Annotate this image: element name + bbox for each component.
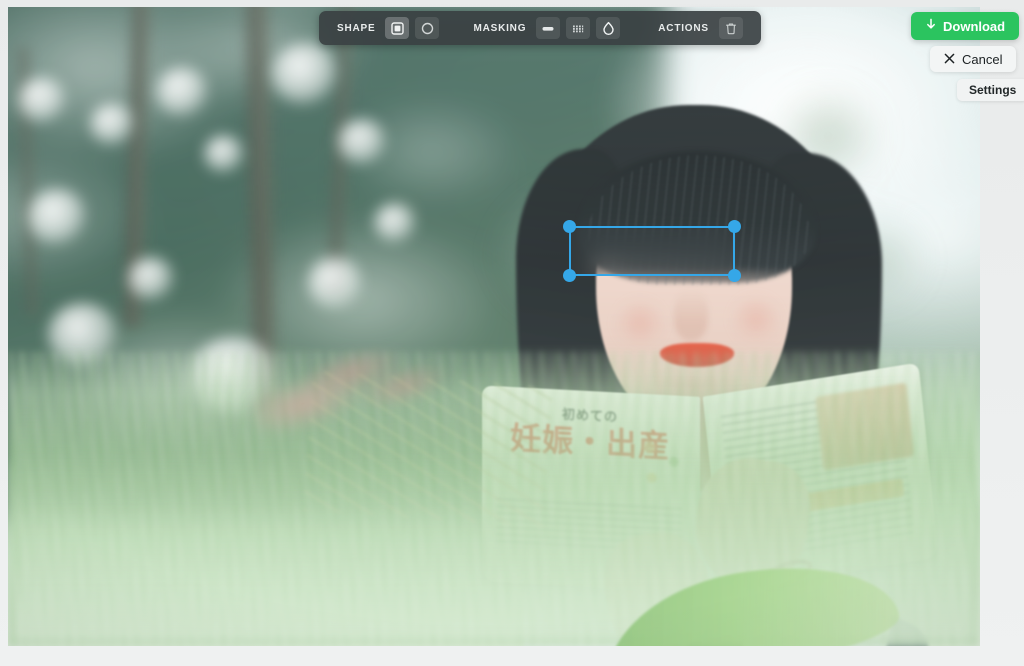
mask-blur-button[interactable] bbox=[596, 17, 621, 39]
redaction-selection-box[interactable] bbox=[563, 220, 741, 282]
subject-cheek bbox=[614, 301, 666, 345]
download-arrow-icon bbox=[925, 18, 937, 34]
square-icon bbox=[391, 21, 404, 35]
bokeh-highlight bbox=[338, 119, 386, 165]
bokeh-highlight bbox=[90, 103, 134, 145]
settings-button[interactable]: Settings bbox=[957, 79, 1024, 101]
droplet-icon bbox=[602, 21, 615, 35]
bokeh-highlight bbox=[128, 257, 174, 301]
image-canvas[interactable]: 初めての 妊娠・出産 bbox=[8, 7, 980, 646]
trash-icon bbox=[725, 22, 737, 35]
editor-root: 初めての 妊娠・出産 bbox=[0, 0, 1024, 666]
close-x-icon bbox=[944, 52, 955, 67]
masking-group: MASKING bbox=[467, 17, 626, 39]
blur-mask-overlay bbox=[571, 228, 733, 274]
bokeh-highlight bbox=[156, 67, 208, 117]
resize-handle-bottom-right[interactable] bbox=[728, 269, 741, 282]
bokeh-highlight bbox=[18, 77, 66, 123]
cancel-button[interactable]: Cancel bbox=[930, 46, 1017, 72]
actions-group-label: ACTIONS bbox=[658, 22, 709, 34]
settings-button-label: Settings bbox=[969, 83, 1017, 97]
circle-icon bbox=[421, 22, 434, 35]
masking-group-label: MASKING bbox=[473, 22, 527, 34]
subject-cheek bbox=[730, 297, 782, 341]
subject-nose bbox=[674, 289, 708, 341]
shape-group: SHAPE bbox=[331, 17, 445, 39]
bokeh-highlight bbox=[374, 203, 416, 243]
shape-ellipse-button[interactable] bbox=[415, 17, 440, 39]
pixelate-icon bbox=[571, 22, 585, 35]
delete-selection-button[interactable] bbox=[718, 17, 743, 39]
bokeh-highlight bbox=[308, 257, 362, 309]
resize-handle-top-left[interactable] bbox=[563, 220, 576, 233]
download-button[interactable]: Download bbox=[911, 12, 1020, 40]
bokeh-highlight bbox=[204, 135, 244, 173]
download-button-label: Download bbox=[943, 18, 1006, 34]
mask-solid-button[interactable] bbox=[536, 17, 561, 39]
photo-image: 初めての 妊娠・出産 bbox=[8, 7, 980, 646]
resize-handle-top-right[interactable] bbox=[728, 220, 741, 233]
editor-toolbar: SHAPE MASKING ACTIONS bbox=[319, 11, 761, 45]
actions-group: ACTIONS bbox=[652, 17, 749, 39]
solid-bar-icon bbox=[541, 22, 555, 35]
resize-handle-bottom-left[interactable] bbox=[563, 269, 576, 282]
mask-pixelate-button[interactable] bbox=[566, 17, 591, 39]
shape-group-label: SHAPE bbox=[337, 22, 376, 34]
shape-rectangle-button[interactable] bbox=[385, 17, 410, 39]
cancel-button-label: Cancel bbox=[962, 51, 1003, 67]
bokeh-highlight bbox=[28, 189, 86, 245]
bokeh-highlight bbox=[272, 43, 338, 105]
